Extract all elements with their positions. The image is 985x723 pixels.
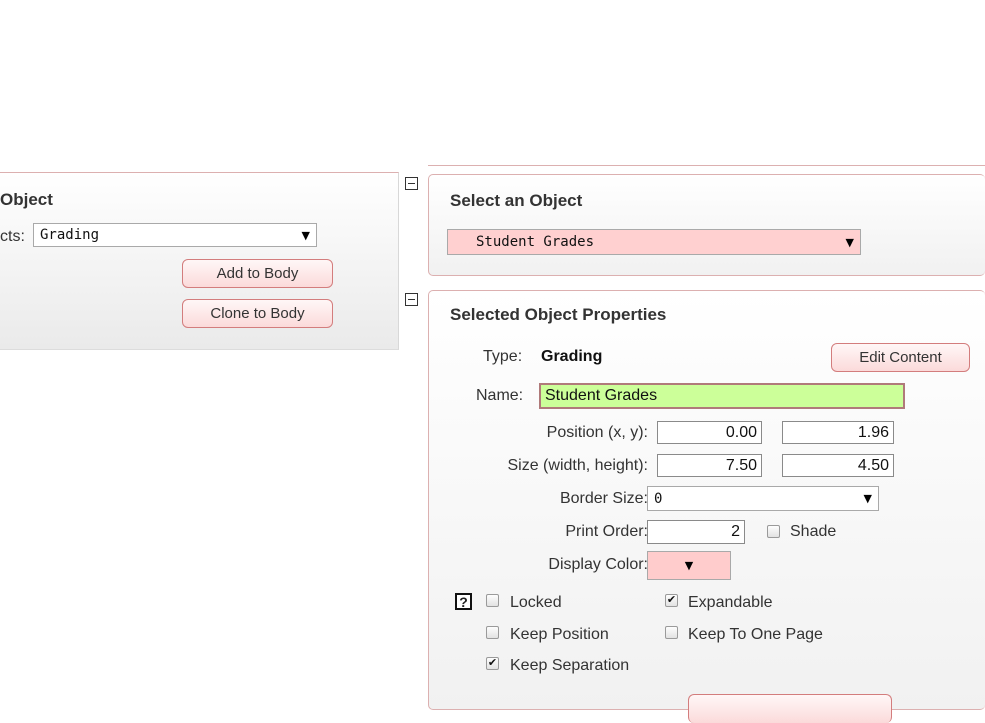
collapse-icon[interactable] — [405, 293, 418, 306]
keep-to-one-page-label: Keep To One Page — [688, 626, 823, 643]
keep-separation-checkbox[interactable]: ✔ — [486, 657, 499, 670]
collapse-icon[interactable] — [405, 177, 418, 190]
border-size-select[interactable]: 0 ▼ — [647, 486, 879, 511]
expandable-checkbox[interactable]: ✔ — [665, 594, 678, 607]
left-panel-title: Object — [0, 190, 53, 209]
left-select-value: Grading — [40, 227, 100, 243]
help-icon[interactable]: ? — [455, 593, 472, 610]
name-field[interactable]: Student Grades — [539, 383, 905, 409]
add-to-body-button[interactable]: Add to Body — [182, 259, 333, 288]
chevron-down-icon: ▼ — [684, 559, 694, 572]
border-size-value: 0 — [654, 490, 663, 507]
type-label: Type: — [483, 348, 523, 365]
type-value: Grading — [541, 348, 603, 365]
keep-position-label: Keep Position — [510, 626, 609, 643]
size-width-field[interactable]: 7.50 — [657, 454, 762, 477]
object-select-value: Student Grades — [476, 234, 595, 250]
panel-divider — [428, 165, 985, 166]
object-select[interactable]: Student Grades ▼ — [447, 229, 861, 255]
size-height-field[interactable]: 4.50 — [782, 454, 894, 477]
left-object-select[interactable]: Grading ▼ — [33, 223, 317, 247]
size-label: Size (width, height): — [507, 457, 648, 474]
chevron-down-icon: ▼ — [845, 235, 854, 249]
chevron-down-icon: ▼ — [301, 228, 310, 242]
border-size-label: Border Size: — [559, 490, 648, 507]
position-label: Position (x, y): — [546, 424, 648, 441]
name-label: Name: — [476, 387, 524, 404]
locked-checkbox[interactable] — [486, 594, 499, 607]
select-object-panel — [428, 174, 985, 276]
chevron-down-icon: ▼ — [863, 492, 872, 505]
print-order-label: Print Order: — [565, 523, 648, 540]
keep-to-one-page-checkbox[interactable] — [665, 626, 678, 639]
display-color-select[interactable]: ▼ — [647, 551, 731, 580]
locked-label: Locked — [510, 594, 562, 611]
keep-position-checkbox[interactable] — [486, 626, 499, 639]
shade-checkbox[interactable] — [767, 525, 780, 538]
position-x-field[interactable]: 0.00 — [657, 421, 762, 444]
print-order-field[interactable]: 2 — [647, 520, 745, 544]
shade-label: Shade — [790, 523, 837, 540]
edit-content-button[interactable]: Edit Content — [831, 343, 970, 372]
keep-separation-label: Keep Separation — [510, 657, 630, 674]
bottom-action-button[interactable] — [688, 694, 892, 723]
expandable-label: Expandable — [688, 594, 773, 611]
properties-panel-title: Selected Object Properties — [450, 305, 667, 324]
clone-to-body-button[interactable]: Clone to Body — [182, 299, 333, 328]
left-objects-label: cts: — [0, 228, 25, 245]
position-y-field[interactable]: 1.96 — [782, 421, 894, 444]
display-color-label: Display Color: — [548, 556, 648, 573]
select-panel-title: Select an Object — [450, 191, 583, 210]
